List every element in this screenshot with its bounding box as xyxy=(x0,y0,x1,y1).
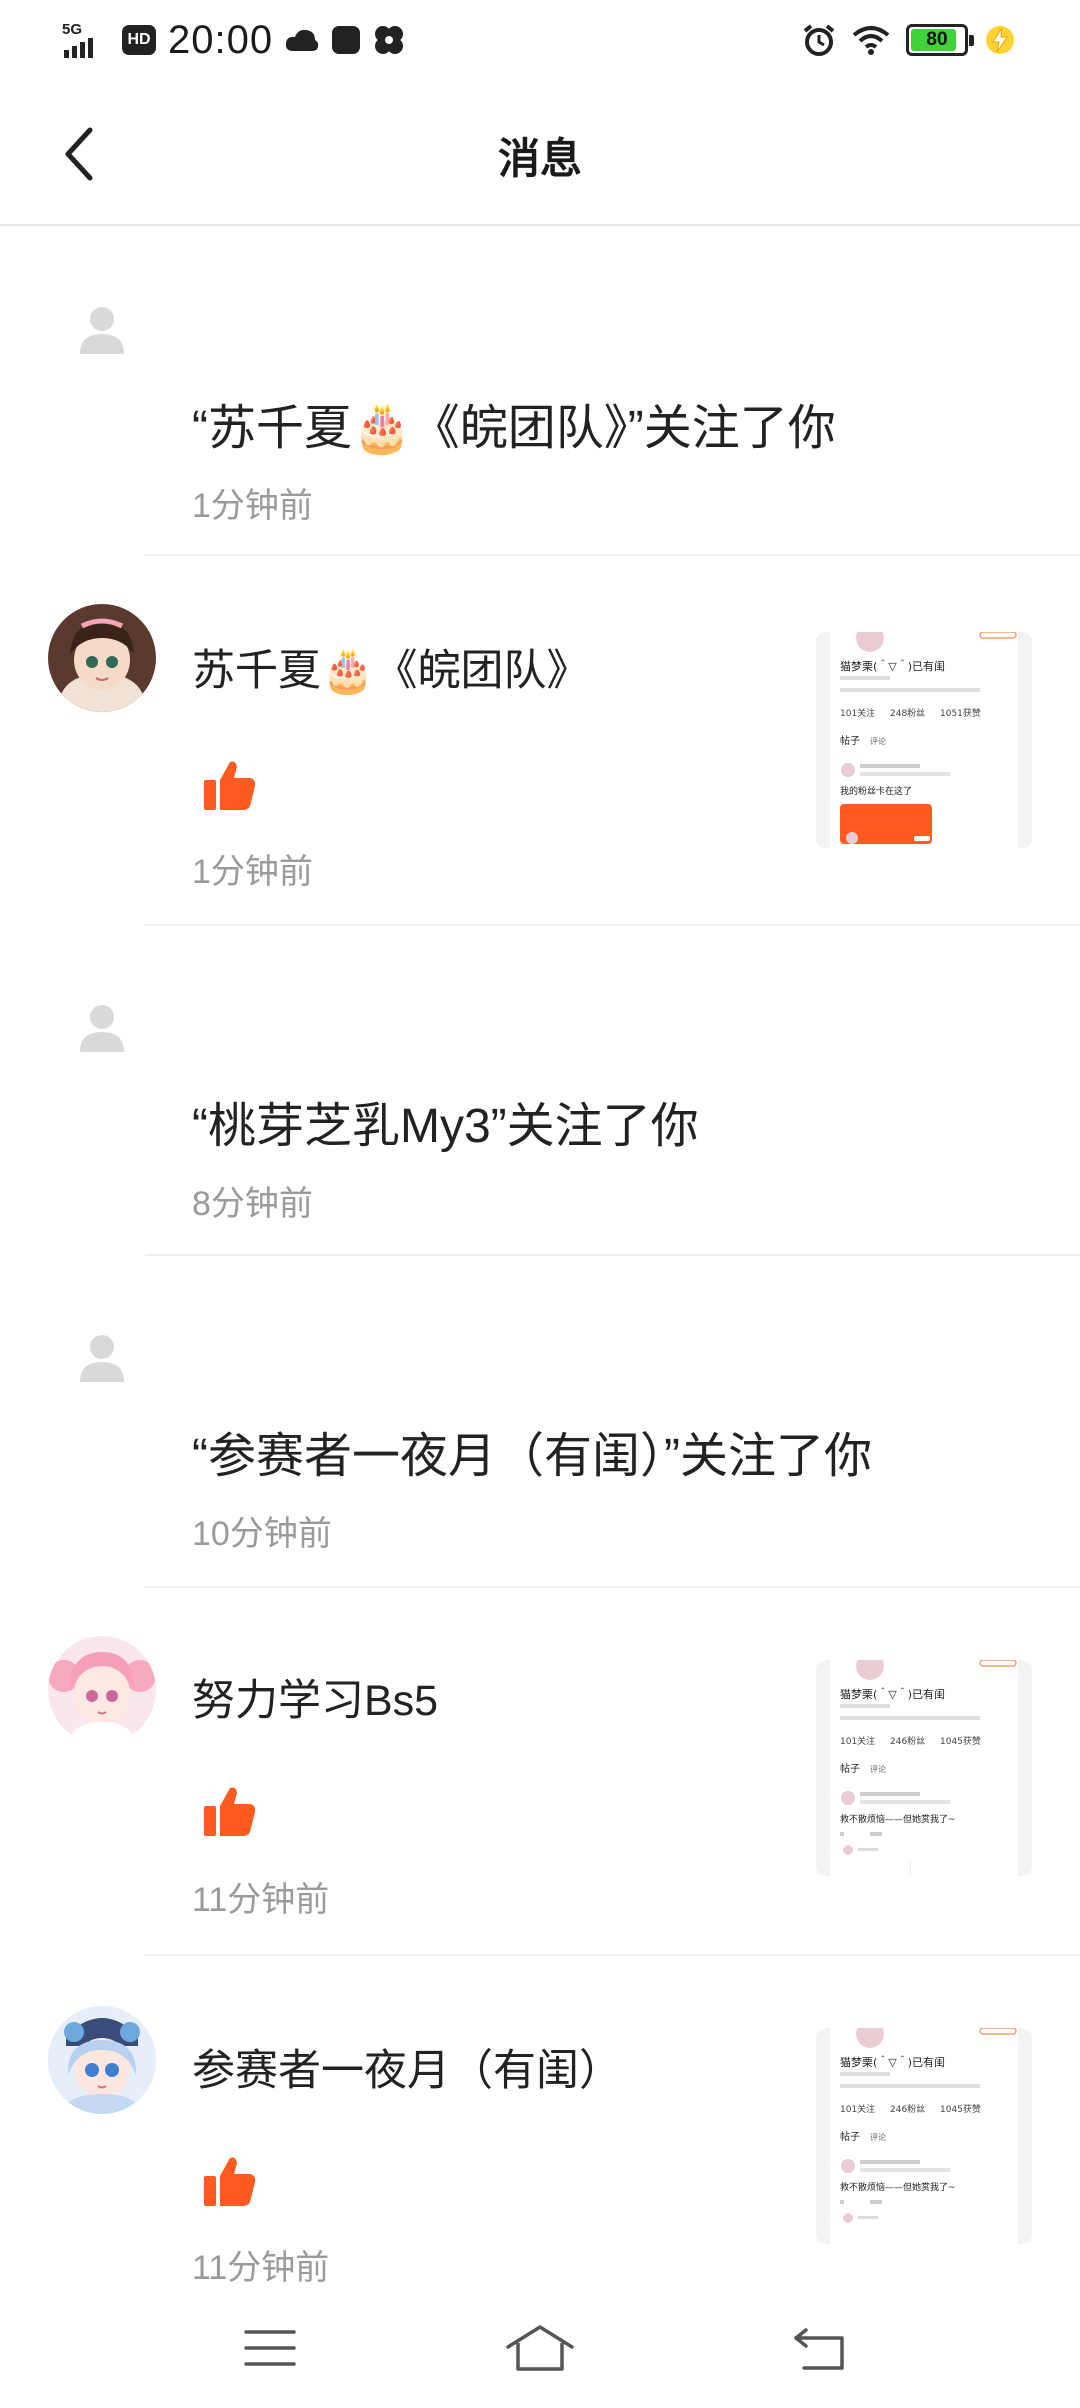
top-bar: 消息 xyxy=(0,80,1080,226)
profile-screenshot: 猫梦栗(＾▽＾)已有闺 101关注 246粉丝 1045获赞 帖子 评论 救不散… xyxy=(840,2028,1017,2223)
profile-screenshot: 猫梦栗(＾▽＾)已有闺 101关注 248粉丝 1051获赞 帖子 评论 我的粉… xyxy=(840,632,1017,844)
pinwheel-icon xyxy=(375,26,404,54)
message-time: 8分钟前 xyxy=(192,1185,313,1223)
status-bar: 5G HD 20:00 80 xyxy=(0,0,1080,80)
wifi-icon xyxy=(852,26,890,55)
avatar[interactable] xyxy=(48,1636,156,1744)
thumbnail-content: 猫梦栗(＾▽＾)已有闺 101关注 246粉丝 1045获赞 帖子 评论 救不散… xyxy=(830,1660,1018,1876)
home-icon xyxy=(506,2325,574,2371)
anime-girl-avatar-icon xyxy=(48,2006,156,2114)
thumb-tab: 帖子 xyxy=(840,734,860,747)
status-left: 5G HD 20:00 xyxy=(62,16,405,64)
message-time: 11分钟前 xyxy=(192,2249,330,2287)
battery-level: 80 xyxy=(926,29,948,50)
avatar[interactable] xyxy=(48,2006,156,2114)
thumb-stat: 246粉丝 xyxy=(890,1735,925,1747)
message-time: 11分钟前 xyxy=(192,1881,330,1919)
message-time: 10分钟前 xyxy=(192,1515,332,1553)
message-item[interactable]: “苏千夏🎂《皖团队》”关注了你 1分钟前 xyxy=(0,228,1080,558)
thumb-tab: 评论 xyxy=(870,2132,886,2142)
signal-icon: 5G xyxy=(62,21,93,58)
follow-message-text: “桃芽芝乳My3”关注了你 xyxy=(192,1100,699,1153)
app-icon xyxy=(332,26,361,54)
divider xyxy=(145,554,1080,556)
status-right: 80 xyxy=(802,16,1016,64)
thumbnail-content: 猫梦栗(＾▽＾)已有闺 101关注 246粉丝 1045获赞 帖子 评论 救不散… xyxy=(830,2028,1018,2244)
thumb-stat: 1045获赞 xyxy=(940,2103,981,2115)
follow-message-text: “苏千夏🎂《皖团队》”关注了你 xyxy=(192,402,836,455)
thumbs-up-icon xyxy=(204,2157,256,2206)
thumb-tab: 帖子 xyxy=(840,2130,860,2143)
page-title: 消息 xyxy=(497,135,582,182)
user-placeholder-icon xyxy=(80,307,124,354)
post-thumbnail[interactable]: 猫梦栗(＾▽＾)已有闺 101关注 246粉丝 1045获赞 帖子 评论 救不散… xyxy=(816,2028,1032,2244)
cloud-icon xyxy=(285,29,319,51)
thumb-username: 猫梦栗(＾▽＾)已有闺 xyxy=(840,1686,945,1701)
system-nav-bar xyxy=(0,2288,1080,2408)
message-item[interactable]: “桃芽芝乳My3”关注了你 8分钟前 xyxy=(0,926,1080,1256)
message-item[interactable]: 努力学习Bs5 11分钟前 猫梦栗(＾▽＾)已有闺 101关注 246粉丝 10… xyxy=(0,1588,1080,1956)
thumb-post-line: 救不散烦恼——但她赏我了~ xyxy=(840,1813,956,1825)
user-name[interactable]: 参赛者一夜月（有闺） xyxy=(192,2036,622,2098)
thumb-post-line: 救不散烦恼——但她赏我了~ xyxy=(840,2181,956,2193)
user-placeholder-icon xyxy=(80,1335,124,1382)
thumbnail-content: 猫梦栗(＾▽＾)已有闺 101关注 248粉丝 1051获赞 帖子 评论 我的粉… xyxy=(830,632,1018,848)
thumb-username: 猫梦栗(＾▽＾)已有闺 xyxy=(840,658,945,673)
thumb-stat: 1051获赞 xyxy=(940,707,981,719)
user-name[interactable]: 努力学习Bs5 xyxy=(192,1666,438,1728)
thumbs-up-icon xyxy=(204,761,256,810)
network-label: 5G xyxy=(62,21,82,38)
thumb-stat: 101关注 xyxy=(840,707,875,719)
status-time: 20:00 xyxy=(168,17,274,62)
battery-icon: 80 xyxy=(906,24,974,56)
anime-girl-avatar-icon xyxy=(48,1636,156,1744)
post-thumbnail[interactable]: 猫梦栗(＾▽＾)已有闺 101关注 246粉丝 1045获赞 帖子 评论 救不散… xyxy=(816,1660,1032,1876)
thumb-tab: 帖子 xyxy=(840,1762,860,1775)
avatar[interactable] xyxy=(48,604,156,712)
thumb-stat: 101关注 xyxy=(840,2103,875,2115)
message-item[interactable]: 苏千夏🎂《皖团队》 1分钟前 猫梦栗(＾▽＾)已有闺 101关注 248粉丝 1… xyxy=(0,558,1080,926)
charging-icon xyxy=(986,26,1014,54)
thumbs-up-icon xyxy=(204,1787,256,1836)
alarm-icon xyxy=(803,24,835,56)
thumb-stat: 1045获赞 xyxy=(940,1735,981,1747)
user-name[interactable]: 苏千夏🎂《皖团队》 xyxy=(192,636,590,698)
thumb-stat: 246粉丝 xyxy=(890,2103,925,2115)
home-button[interactable] xyxy=(500,2308,580,2388)
anime-girl-avatar-icon xyxy=(48,604,156,712)
message-item[interactable]: 参赛者一夜月（有闺） 11分钟前 猫梦栗(＾▽＾)已有闺 101关注 246粉丝… xyxy=(0,1956,1080,2287)
follow-message-text: “参赛者一夜月（有闺）”关注了你 xyxy=(192,1430,872,1483)
message-item[interactable]: “参赛者一夜月（有闺）”关注了你 10分钟前 xyxy=(0,1256,1080,1588)
thumb-username: 猫梦栗(＾▽＾)已有闺 xyxy=(840,2054,945,2069)
post-thumbnail[interactable]: 猫梦栗(＾▽＾)已有闺 101关注 248粉丝 1051获赞 帖子 评论 我的粉… xyxy=(816,632,1032,848)
thumb-stat: 101关注 xyxy=(840,1735,875,1747)
menu-button[interactable] xyxy=(230,2308,310,2388)
thumb-tab: 评论 xyxy=(870,736,886,746)
back-icon xyxy=(794,2328,844,2370)
menu-icon xyxy=(244,2330,296,2366)
thumb-stat: 248粉丝 xyxy=(890,707,925,719)
back-nav-button[interactable] xyxy=(780,2308,860,2388)
message-time: 1分钟前 xyxy=(192,487,313,525)
message-time: 1分钟前 xyxy=(192,853,313,891)
user-placeholder-icon xyxy=(80,1005,124,1052)
thumb-post-line: 我的粉丝卡在这了 xyxy=(840,785,912,797)
thumb-tab: 评论 xyxy=(870,1764,886,1774)
hd-icon: HD xyxy=(122,25,156,55)
profile-screenshot: 猫梦栗(＾▽＾)已有闺 101关注 246粉丝 1045获赞 帖子 评论 救不散… xyxy=(840,1660,1017,1876)
